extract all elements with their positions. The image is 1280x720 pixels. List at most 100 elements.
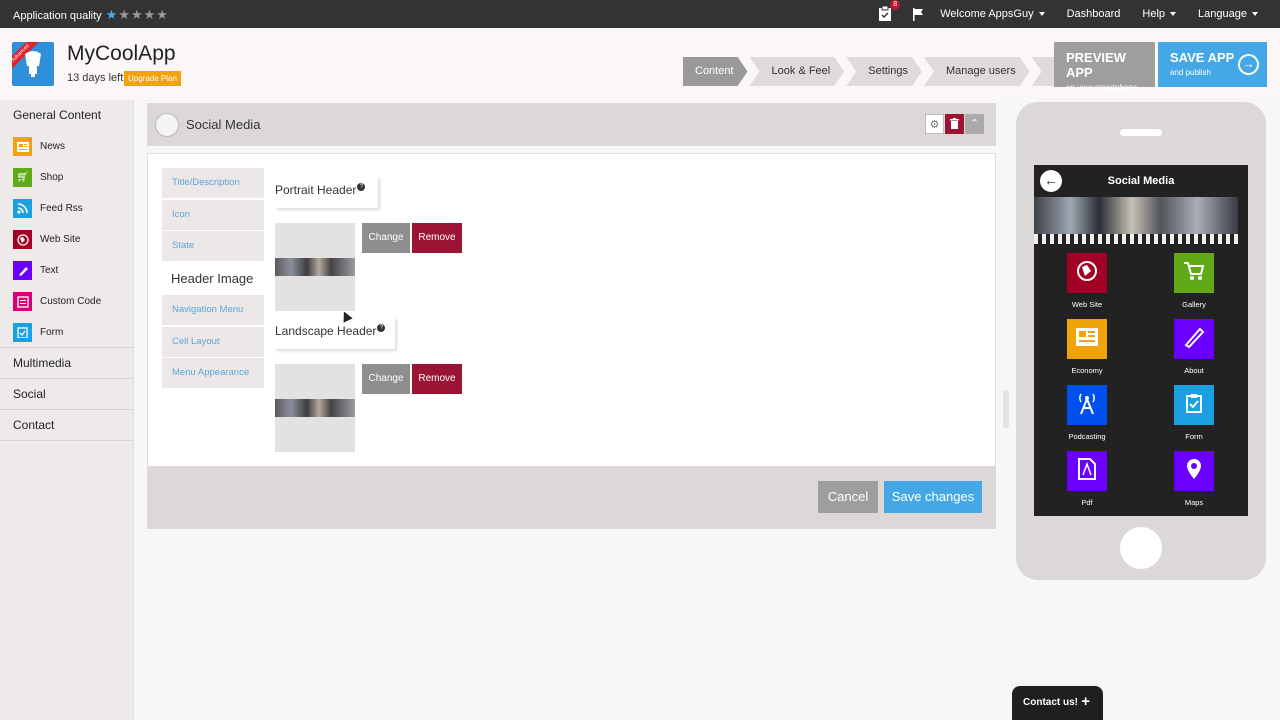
app-quality: Application quality ★★★★★ <box>13 7 169 24</box>
clipboard-icon <box>1185 393 1203 418</box>
tile-pdf[interactable] <box>1067 451 1107 491</box>
landscape-change-button[interactable]: Change <box>362 364 410 394</box>
sidebar-section-general[interactable]: General Content <box>0 100 133 131</box>
landscape-remove-button[interactable]: Remove <box>412 364 462 394</box>
gear-icon: ⚙ <box>929 119 940 131</box>
tile-label: Form <box>1185 432 1203 441</box>
tab-state[interactable]: State <box>162 231 264 261</box>
dashboard-link[interactable]: Dashboard <box>1067 8 1121 20</box>
sidebar-item-custom-code[interactable]: Custom Code <box>0 286 133 317</box>
newspaper-icon <box>1076 327 1098 351</box>
app-logo[interactable]: Advanced <box>12 42 54 86</box>
tile-label: Podcasting <box>1068 432 1106 441</box>
header-thumbnail <box>275 258 355 276</box>
flag-icon <box>913 7 924 21</box>
sidebar-item-label: Text <box>40 265 59 276</box>
clipboard-icon <box>13 322 32 342</box>
content-sidebar: General Content News 🛒︎ Shop Feed Rss We… <box>0 100 134 720</box>
tile-gallery[interactable] <box>1174 253 1214 293</box>
trash-icon <box>950 118 959 129</box>
tab-navigation-menu[interactable]: Navigation Menu <box>162 295 264 325</box>
language-menu[interactable]: Language <box>1198 8 1258 20</box>
tab-menu-appearance[interactable]: Menu Appearance <box>162 358 264 388</box>
welcome-label: Welcome AppsGuy <box>940 8 1034 20</box>
pen-icon <box>1183 326 1205 353</box>
clipboard-icon <box>879 5 892 21</box>
tile-label: Maps <box>1184 498 1204 507</box>
landscape-header-text: Landscape Header <box>275 324 377 338</box>
sidebar-item-shop[interactable]: 🛒︎ Shop <box>0 162 133 193</box>
preview-app-button[interactable]: PREVIEW APP on your smartphone <box>1054 42 1155 92</box>
step-manage-users[interactable]: Manage users <box>924 57 1030 86</box>
collapse-button[interactable]: ⌃ <box>965 114 984 134</box>
tile-label: Pdf <box>1081 498 1093 507</box>
help-icon[interactable]: ? <box>377 324 386 332</box>
notifications-button[interactable]: 8 <box>878 0 901 22</box>
step-look-and-feel[interactable]: Look & Feel <box>750 57 845 86</box>
star-icon: ★ <box>130 7 144 22</box>
sidebar-section-contact[interactable]: Contact <box>0 410 133 441</box>
globe-icon <box>13 230 32 249</box>
notification-badge: 8 <box>890 0 901 10</box>
newspaper-icon <box>13 137 32 156</box>
flag-button[interactable] <box>912 7 924 21</box>
portrait-remove-button[interactable]: Remove <box>412 223 462 253</box>
tile-form[interactable] <box>1174 385 1214 425</box>
landscape-header-label: Landscape Header? <box>275 317 395 349</box>
portrait-header-label: Portrait Header? <box>275 176 378 208</box>
language-label: Language <box>1198 8 1247 20</box>
top-bar: Application quality ★★★★★ 8 Welcome Apps… <box>0 0 1280 28</box>
tab-title-description[interactable]: Title/Description <box>162 168 264 198</box>
cart-icon <box>1183 261 1205 286</box>
delete-button[interactable] <box>945 114 964 134</box>
help-menu[interactable]: Help <box>1142 8 1177 20</box>
contact-us-button[interactable]: Contact us! + <box>1012 686 1103 720</box>
sidebar-section-multimedia[interactable]: Multimedia <box>0 348 133 379</box>
tab-cell-layout[interactable]: Cell Layout <box>162 326 264 357</box>
phone-speaker <box>1120 129 1162 136</box>
tile-podcasting[interactable] <box>1067 385 1107 425</box>
help-icon[interactable]: ? <box>357 183 366 191</box>
save-app-button[interactable]: SAVE APP and publish → <box>1158 42 1267 87</box>
sidebar-item-label: Feed Rss <box>40 203 83 214</box>
step-settings[interactable]: Settings <box>846 57 922 86</box>
tile-economy[interactable] <box>1067 319 1107 359</box>
save-changes-button[interactable]: Save changes <box>884 481 982 513</box>
sidebar-item-form[interactable]: Form <box>0 317 133 348</box>
tile-label: About <box>1184 366 1204 375</box>
sidebar-item-label: Shop <box>40 172 64 183</box>
phone-home-button <box>1120 527 1162 569</box>
tile-maps[interactable] <box>1174 451 1214 491</box>
step-content[interactable]: Content <box>683 57 748 86</box>
resize-handle[interactable] <box>1003 390 1009 428</box>
quality-stars: ★★★★★ <box>106 7 169 23</box>
tile-label: Economy <box>1071 366 1103 375</box>
sidebar-section-social[interactable]: Social <box>0 379 133 410</box>
preview-app-label: PREVIEW APP <box>1066 50 1126 80</box>
cancel-button[interactable]: Cancel <box>818 481 878 513</box>
upgrade-plan-button[interactable]: Upgrade Plan <box>124 71 181 86</box>
header-thumbnail <box>275 399 355 417</box>
portrait-change-button[interactable]: Change <box>362 223 410 253</box>
user-menu[interactable]: Welcome AppsGuy <box>940 8 1045 20</box>
tile-web-site[interactable] <box>1067 253 1107 293</box>
workflow-steps: Content Look & Feel Settings Manage user… <box>683 57 1111 86</box>
chevron-down-icon <box>1038 12 1045 16</box>
sidebar-item-news[interactable]: News <box>0 131 133 162</box>
trial-days-left: 13 days left <box>67 72 124 84</box>
settings-button[interactable]: ⚙ <box>925 114 944 134</box>
sidebar-item-label: Web Site <box>40 234 81 245</box>
tab-header-image[interactable]: Header Image <box>162 262 264 294</box>
sidebar-item-text[interactable]: Text <box>0 255 133 286</box>
cart-icon: 🛒︎ <box>13 168 32 187</box>
lightbulb-icon <box>25 51 41 77</box>
feature-panel-header[interactable]: Social Media ⚙ ⌃ <box>147 103 996 146</box>
sidebar-item-web-site[interactable]: Web Site <box>0 224 133 255</box>
feature-panel-footer: Cancel Save changes <box>147 467 996 529</box>
star-icon: ★ <box>105 7 119 22</box>
tile-about[interactable] <box>1174 319 1214 359</box>
chevron-up-icon: ⌃ <box>969 118 980 130</box>
tile-label: Gallery <box>1182 300 1206 309</box>
sidebar-item-feed-rss[interactable]: Feed Rss <box>0 193 133 224</box>
tab-icon[interactable]: Icon <box>162 199 264 230</box>
